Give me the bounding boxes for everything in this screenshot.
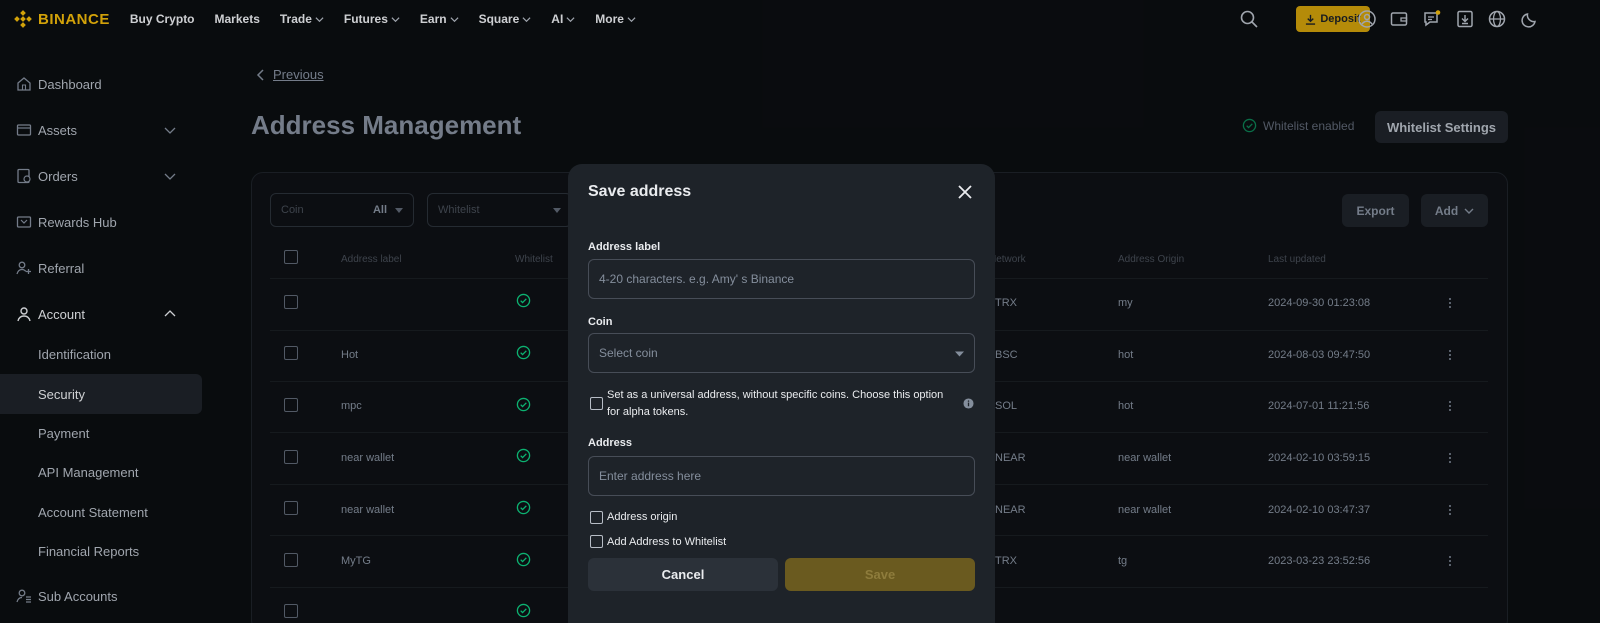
address-title: Address [588,437,633,449]
save-button[interactable]: Save [785,558,975,591]
address-origin-text: Address origin [607,511,678,523]
modal-title: Save address [588,183,692,200]
coin-select[interactable]: Select coin [588,333,975,373]
address-origin-checkbox[interactable] [590,511,603,524]
cancel-button[interactable]: Cancel [588,558,778,591]
add-to-whitelist-checkbox[interactable] [590,535,603,548]
universal-address-text: Set as a universal address, without spec… [607,389,944,418]
add-to-whitelist-text: Add Address to Whitelist [607,536,727,548]
close-icon[interactable] [957,184,973,200]
universal-address-checkbox[interactable] [590,397,603,410]
info-icon[interactable] [963,398,974,409]
save-address-modal: Save address Address label Coin Select c… [568,164,995,623]
coin-title: Coin [588,316,613,328]
address-input[interactable] [588,456,975,496]
caret-down-icon [955,351,964,356]
coin-select-placeholder: Select coin [599,346,658,360]
address-label-title: Address label [588,241,661,253]
address-label-input[interactable] [588,259,975,299]
